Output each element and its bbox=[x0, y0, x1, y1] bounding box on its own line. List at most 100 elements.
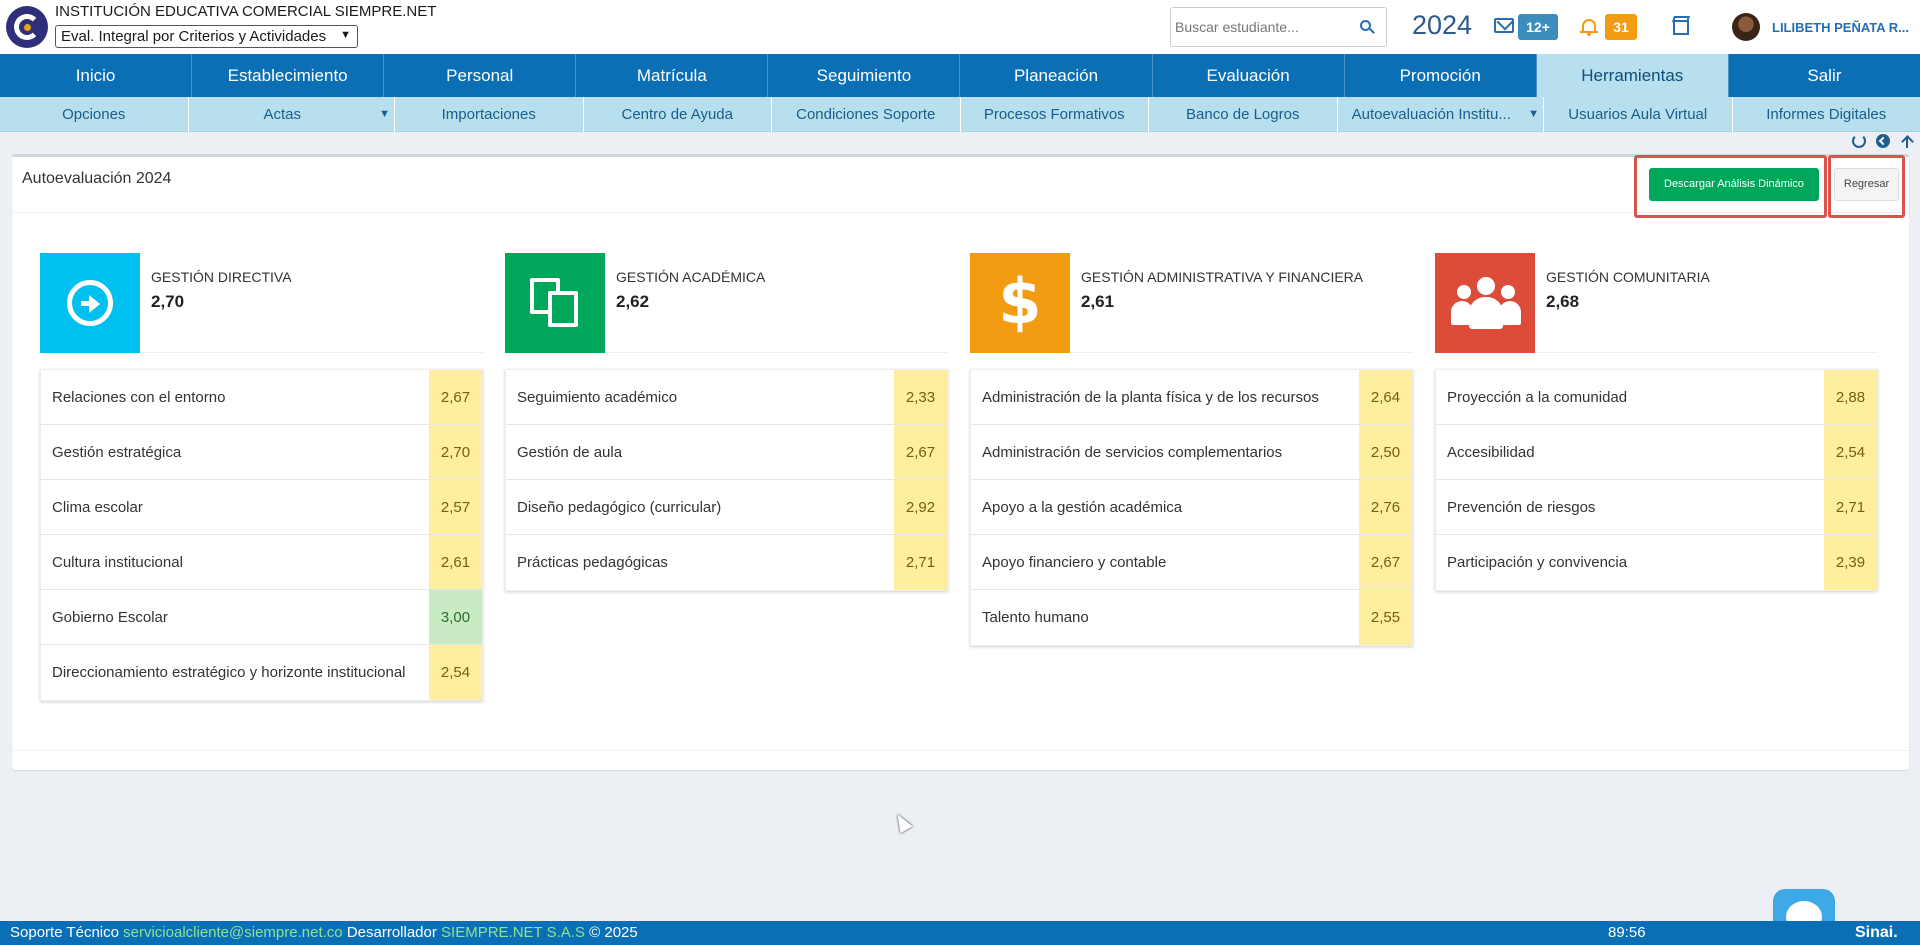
cube-icon[interactable] bbox=[1670, 15, 1692, 37]
dollar-icon: $ bbox=[970, 253, 1070, 353]
sub-menu-item-informes-digitales[interactable]: Informes Digitales bbox=[1733, 97, 1920, 132]
process-score: 2,39 bbox=[1824, 535, 1877, 590]
main-menu-item-seguimiento[interactable]: Seguimiento bbox=[768, 54, 961, 97]
main-menu-item-herramientas[interactable]: Herramientas bbox=[1536, 54, 1729, 97]
process-score: 2,61 bbox=[429, 535, 482, 589]
sub-menu-item-opciones[interactable]: Opciones bbox=[0, 97, 189, 132]
main-menu-item-establecimiento[interactable]: Establecimiento bbox=[192, 54, 385, 97]
list-item[interactable]: Cultura institucional 2,61 bbox=[41, 535, 482, 590]
period-select[interactable]: Eval. Integral por Criterios y Actividad… bbox=[55, 25, 358, 48]
user-avatar[interactable] bbox=[1732, 13, 1760, 41]
sub-menu-label: Autoevaluación Institu... bbox=[1351, 106, 1511, 123]
list-item[interactable]: Seguimiento académico 2,33 bbox=[506, 370, 947, 425]
area-name: GESTIÓN ADMINISTRATIVA Y FINANCIERA bbox=[1081, 269, 1364, 285]
sub-menu-label: Procesos Formativos bbox=[983, 106, 1125, 123]
list-item[interactable]: Administración de servicios complementar… bbox=[971, 425, 1412, 480]
notification-count-badge[interactable]: 31 bbox=[1605, 14, 1637, 40]
sub-menu-item-usuarios-aula-virtual[interactable]: Usuarios Aula Virtual bbox=[1544, 97, 1733, 132]
sub-menu-label: Actas bbox=[263, 106, 301, 123]
main-menu: Inicio Establecimiento Personal Matrícula Se… bbox=[0, 54, 1920, 97]
sub-menu-item-autoevaluacion-institu[interactable]: Autoevaluación Institu... ▼ bbox=[1338, 97, 1544, 132]
caret-down-icon: ▼ bbox=[379, 108, 390, 120]
list-item[interactable]: Direccionamiento estratégico y horizonte… bbox=[41, 645, 482, 700]
list-item[interactable]: Prácticas pedagógicas 2,71 bbox=[506, 535, 947, 590]
search-icon[interactable] bbox=[1360, 20, 1375, 34]
list-item[interactable]: Apoyo a la gestión académica 2,76 bbox=[971, 480, 1412, 535]
sub-menu-item-banco-de-logros[interactable]: Banco de Logros bbox=[1149, 97, 1338, 132]
main-menu-item-evaluacion[interactable]: Evaluación bbox=[1153, 54, 1345, 97]
area-score: 2,70 bbox=[151, 292, 185, 311]
panel-header: Autoevaluación 2024 Descargar Análisis D… bbox=[12, 155, 1909, 218]
process-score-list: Seguimiento académico 2,33 Gestión de aula… bbox=[505, 369, 948, 591]
process-name: Apoyo financiero y contable bbox=[982, 553, 1167, 571]
list-item[interactable]: Apoyo financiero y contable 2,67 bbox=[971, 535, 1412, 590]
list-item[interactable]: Accesibilidad 2,54 bbox=[1436, 425, 1877, 480]
sub-menu-item-importaciones[interactable]: Importaciones bbox=[395, 97, 584, 132]
mail-count-badge[interactable]: 12+ bbox=[1518, 14, 1558, 40]
process-score: 2,71 bbox=[894, 535, 947, 590]
process-score-list: Relaciones con el entorno 2,67 Gestión est… bbox=[40, 369, 483, 701]
main-menu-item-salir[interactable]: Salir bbox=[1729, 54, 1920, 97]
list-item[interactable]: Prevención de riesgos 2,71 bbox=[1436, 480, 1877, 535]
sub-menu-label: Banco de Logros bbox=[1186, 106, 1300, 123]
list-item[interactable]: Relaciones con el entorno 2,67 bbox=[41, 370, 482, 425]
footer-credits: Soporte Técnico servicioalcliente@siempr… bbox=[10, 921, 638, 945]
institution-name: INSTITUCIÓN EDUCATIVA COMERCIAL SIEMPRE.… bbox=[55, 3, 437, 20]
current-year[interactable]: 2024 bbox=[1412, 10, 1472, 41]
sub-menu-item-centro-de-ayuda[interactable]: Centro de Ayuda bbox=[584, 97, 772, 132]
developer-link[interactable]: SIEMPRE.NET S.A.S bbox=[441, 924, 585, 941]
main-menu-item-personal[interactable]: Personal bbox=[384, 54, 577, 97]
footer-bar: Soporte Técnico servicioalcliente@siempr… bbox=[0, 921, 1920, 945]
back-button[interactable]: Regresar bbox=[1834, 168, 1899, 201]
list-item[interactable]: Proyección a la comunidad 2,88 bbox=[1436, 370, 1877, 425]
arrow-up-icon[interactable] bbox=[1900, 134, 1914, 148]
sub-menu-item-procesos-formativos[interactable]: Procesos Formativos bbox=[961, 97, 1149, 132]
process-name: Seguimiento académico bbox=[517, 388, 678, 406]
developer-label: Desarrollador bbox=[346, 924, 437, 941]
process-score: 2,67 bbox=[429, 370, 482, 424]
process-name: Direccionamiento estratégico y horizonte… bbox=[52, 664, 406, 681]
process-score: 2,70 bbox=[429, 425, 482, 479]
list-item[interactable]: Gestión estratégica 2,70 bbox=[41, 425, 482, 480]
user-name[interactable]: LILIBETH PEÑATA R... bbox=[1772, 20, 1909, 35]
bell-icon[interactable] bbox=[1580, 17, 1598, 36]
top-header: INSTITUCIÓN EDUCATIVA COMERCIAL SIEMPRE.… bbox=[0, 0, 1920, 54]
sub-menu-item-actas[interactable]: Actas ▼ bbox=[189, 97, 395, 132]
refresh-icon[interactable] bbox=[1852, 134, 1866, 148]
area-column-gestion-administrativa-y-financiera: $ GESTIÓN ADMINISTRATIVA Y FINANCIERA 2,61… bbox=[970, 253, 1413, 646]
process-score: 3,00 bbox=[429, 590, 482, 644]
download-analysis-button[interactable]: Descargar Análisis Dinámico bbox=[1649, 168, 1819, 201]
support-email-link[interactable]: servicioalcliente@siempre.net.co bbox=[123, 924, 343, 941]
list-item[interactable]: Talento humano 2,55 bbox=[971, 590, 1412, 645]
process-name: Diseño pedagógico (curricular) bbox=[517, 498, 722, 516]
process-score: 2,92 bbox=[894, 480, 947, 534]
back-circle-icon[interactable] bbox=[1876, 134, 1890, 148]
process-name: Clima escolar bbox=[52, 498, 143, 516]
area-score: 2,62 bbox=[616, 292, 650, 311]
sub-menu-item-condiciones-soporte[interactable]: Condiciones Soporte bbox=[772, 97, 961, 132]
list-item[interactable]: Gobierno Escolar 3,00 bbox=[41, 590, 482, 645]
area-summary: $ GESTIÓN ADMINISTRATIVA Y FINANCIERA 2,61 bbox=[970, 253, 1413, 353]
area-summary: GESTIÓN DIRECTIVA 2,70 bbox=[40, 253, 483, 353]
main-menu-item-promocion[interactable]: Promoción bbox=[1345, 54, 1537, 97]
process-name: Administración de servicios complementar… bbox=[982, 443, 1283, 461]
process-name: Gestión de aula bbox=[517, 443, 623, 461]
process-name: Talento humano bbox=[982, 609, 1089, 626]
mail-icon[interactable] bbox=[1494, 18, 1514, 33]
list-item[interactable]: Administración de la planta física y de … bbox=[971, 370, 1412, 425]
search-input[interactable] bbox=[1175, 16, 1355, 38]
process-score: 2,57 bbox=[429, 480, 482, 534]
area-column-gestion-comunitaria: GESTIÓN COMUNITARIA 2,68 Proyección a la c… bbox=[1435, 253, 1878, 591]
list-item[interactable]: Clima escolar 2,57 bbox=[41, 480, 482, 535]
main-menu-item-planeacion[interactable]: Planeación bbox=[960, 54, 1153, 97]
main-menu-item-inicio[interactable]: Inicio bbox=[0, 54, 193, 97]
panel-tools bbox=[1852, 134, 1914, 152]
main-menu-item-matricula[interactable]: Matrícula bbox=[576, 54, 769, 97]
institution-logo[interactable] bbox=[6, 6, 48, 48]
list-item[interactable]: Participación y convivencia 2,39 bbox=[1436, 535, 1877, 590]
list-item[interactable]: Diseño pedagógico (curricular) 2,92 bbox=[506, 480, 947, 535]
process-name: Proyección a la comunidad bbox=[1447, 388, 1628, 406]
process-name: Gestión estratégica bbox=[52, 443, 182, 461]
list-item[interactable]: Gestión de aula 2,67 bbox=[506, 425, 947, 480]
arrow-circle-right-icon bbox=[40, 253, 140, 353]
